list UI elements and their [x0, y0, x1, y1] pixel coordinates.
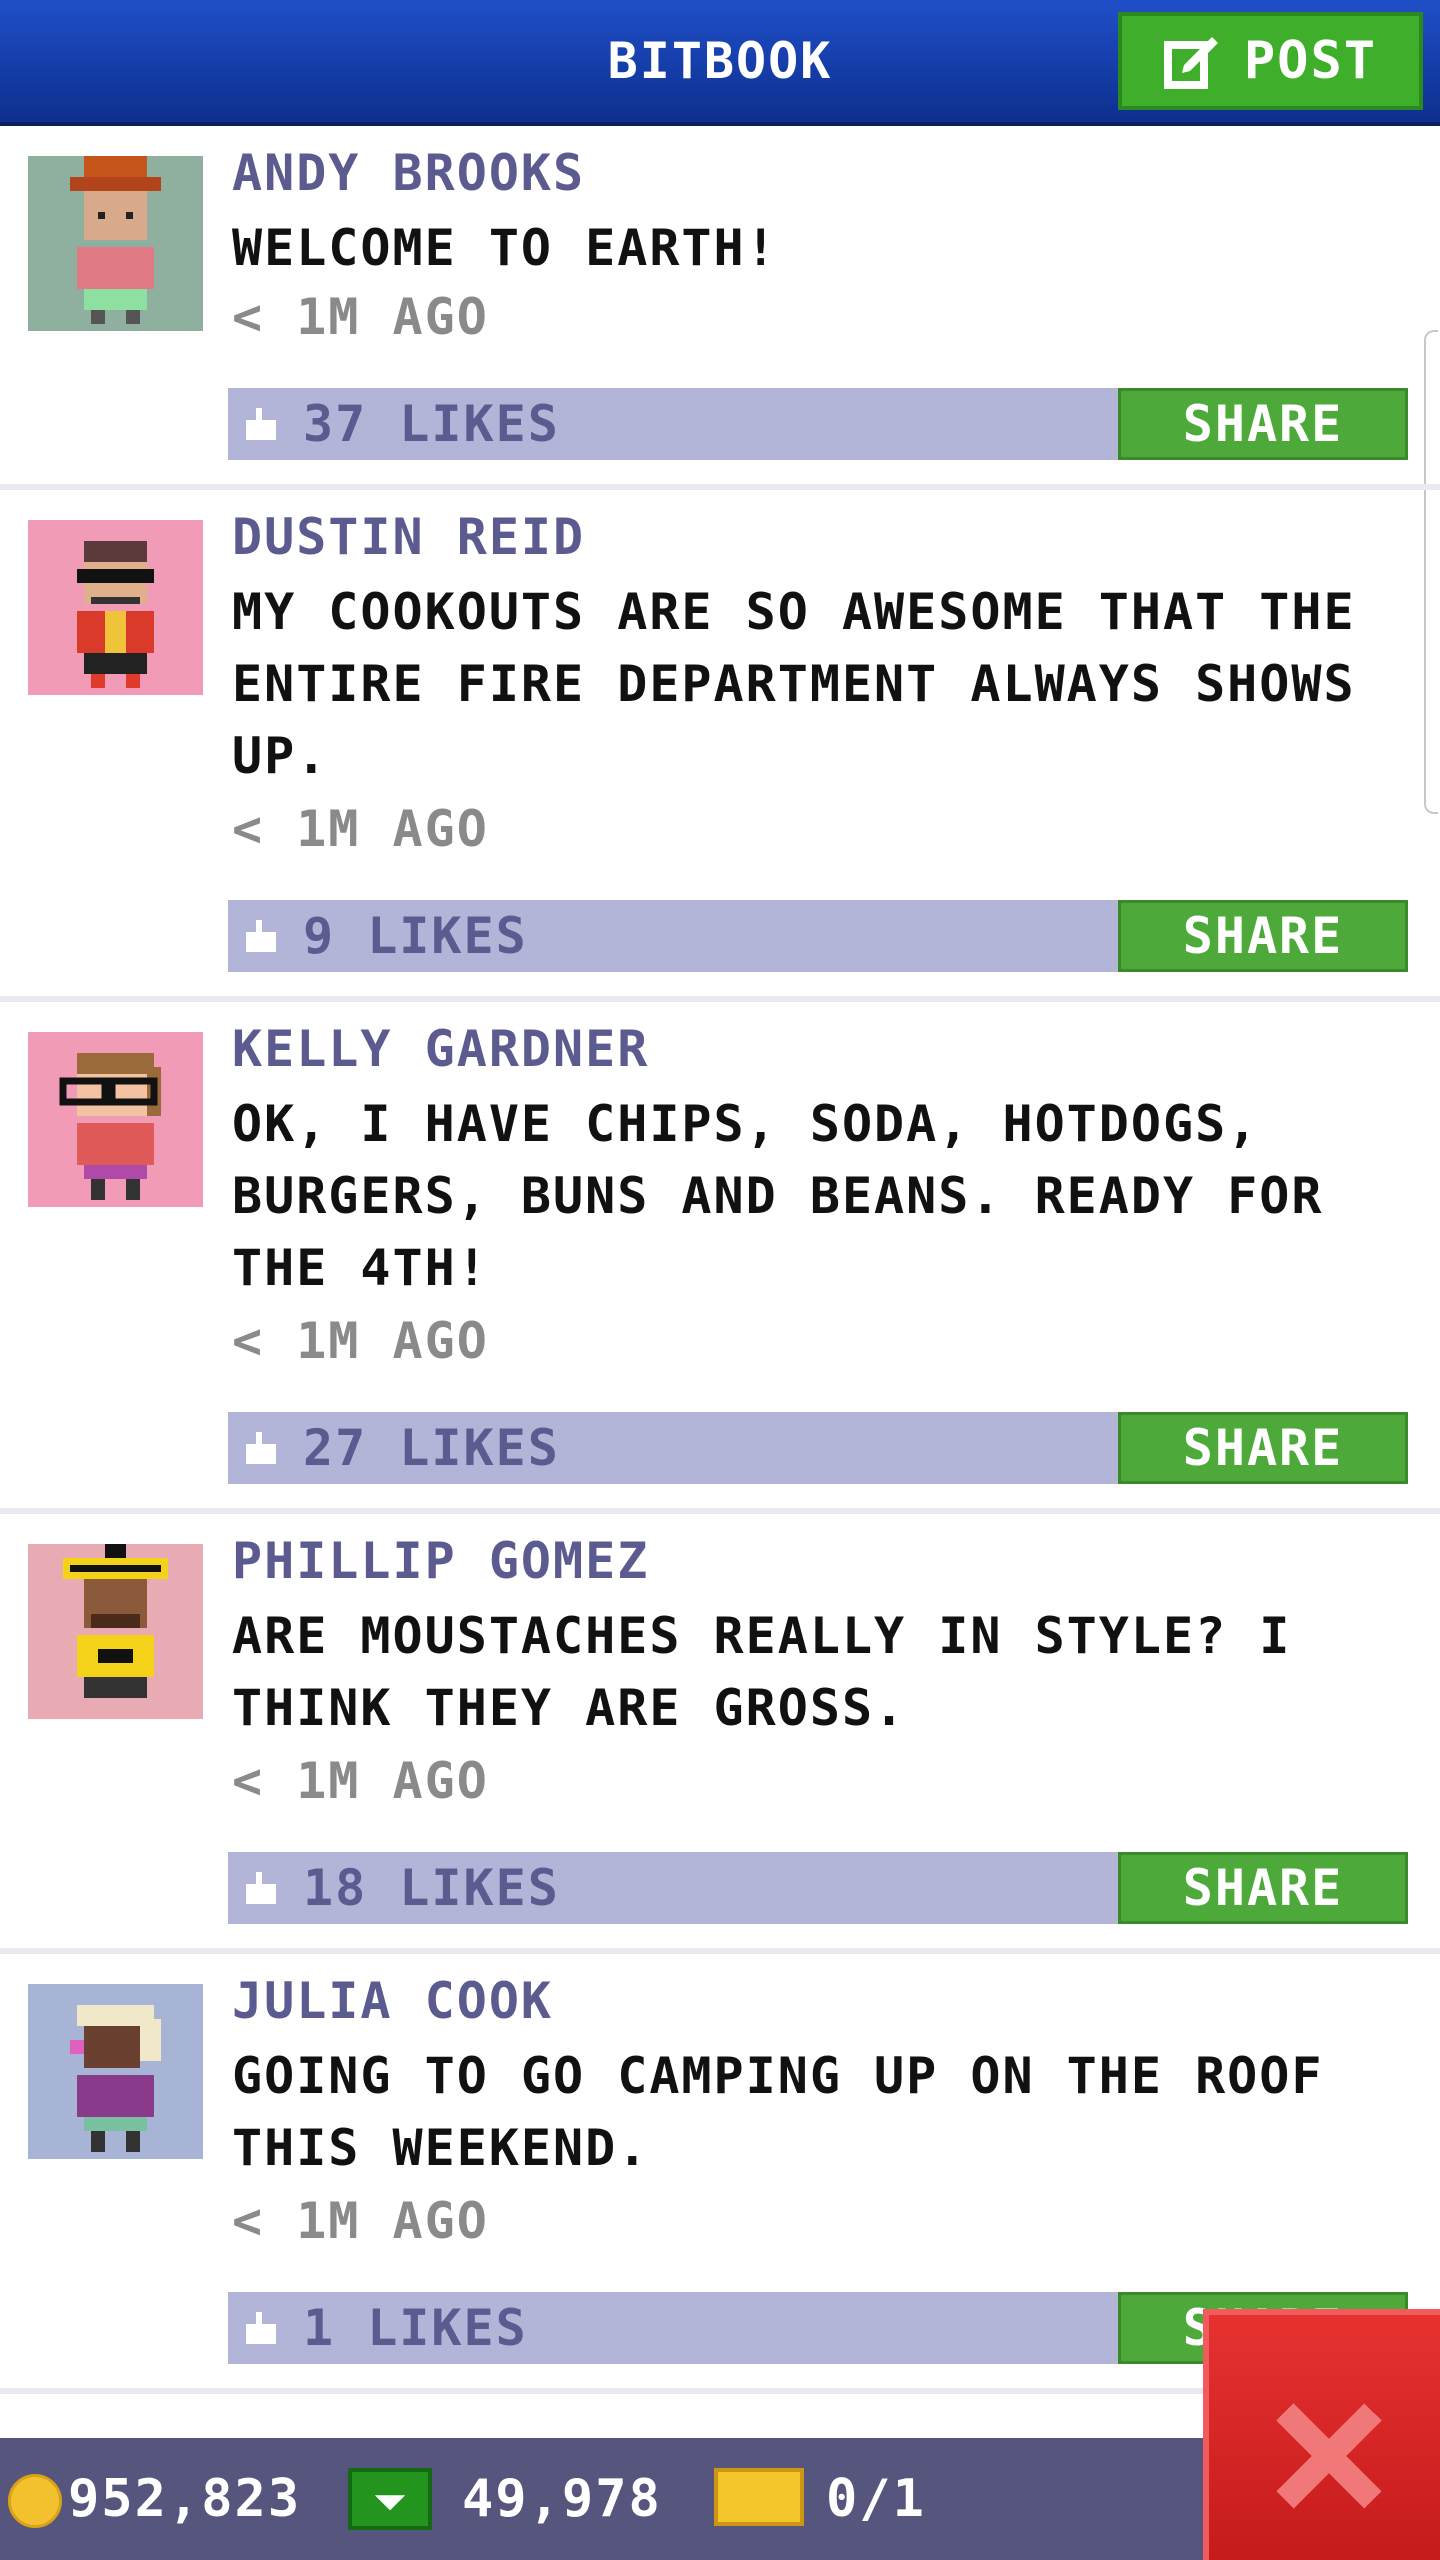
share-button[interactable]: SHARE [1118, 388, 1408, 460]
avatar[interactable] [28, 520, 203, 695]
avatar[interactable] [28, 1544, 203, 1719]
post-message: OK, I HAVE CHIPS, SODA, HOTDOGS, BURGERS… [232, 1095, 1324, 1297]
post-time: < 1M AGO [232, 288, 489, 346]
coin-icon [8, 2474, 62, 2528]
tickets-count: 0/1 [826, 2469, 926, 2529]
likes-count: 1 LIKES [303, 2299, 528, 2357]
post-author[interactable]: ANDY BROOKS [232, 144, 585, 202]
post-message: WELCOME TO EARTH! [232, 219, 778, 277]
bux-count: 49,978 [462, 2469, 662, 2529]
avatar[interactable] [28, 1984, 203, 2159]
likes-count: 18 LIKES [303, 1859, 560, 1917]
likes-bar: 18 LIKES SHARE [228, 1852, 1408, 1924]
post-divider [0, 1508, 1440, 1514]
close-icon [1276, 2403, 1382, 2509]
app-header: BITBOOK POST [0, 0, 1440, 126]
compose-icon [1163, 37, 1218, 89]
thumbs-up-icon [246, 1432, 276, 1464]
likes-bar: 9 LIKES SHARE [228, 900, 1408, 972]
thumbs-up-icon [246, 2312, 276, 2344]
avatar[interactable] [28, 1032, 203, 1207]
post-author[interactable]: PHILLIP GOMEZ [232, 1532, 649, 1590]
post-divider [0, 484, 1440, 490]
thumbs-up-icon [246, 1872, 276, 1904]
post-author[interactable]: DUSTIN REID [232, 508, 585, 566]
thumbs-up-icon [246, 920, 276, 952]
coins-count: 952,823 [68, 2469, 302, 2529]
share-button[interactable]: SHARE [1118, 1412, 1408, 1484]
share-button[interactable]: SHARE [1118, 900, 1408, 972]
post-button-label: POST [1243, 31, 1378, 91]
post-message: ARE MOUSTACHES REALLY IN STYLE? I THINK … [232, 1607, 1292, 1737]
post-time: < 1M AGO [232, 1752, 489, 1810]
scroll-indicator[interactable] [1424, 330, 1438, 814]
share-button[interactable]: SHARE [1118, 1852, 1408, 1924]
close-button[interactable] [1203, 2309, 1440, 2560]
likes-bar: 37 LIKES SHARE [228, 388, 1408, 460]
ticket-icon [714, 2468, 804, 2526]
likes-bar: 27 LIKES SHARE [228, 1412, 1408, 1484]
post-author[interactable]: JULIA COOK [232, 1972, 553, 2030]
post-time: < 1M AGO [232, 2192, 489, 2250]
post-button[interactable]: POST [1118, 12, 1423, 110]
thumbs-up-icon [246, 408, 276, 440]
post-author[interactable]: KELLY GARDNER [232, 1020, 649, 1078]
post-divider [0, 1948, 1440, 1954]
bux-icon [348, 2468, 432, 2530]
post-message: MY COOKOUTS ARE SO AWESOME THAT THE ENTI… [232, 583, 1356, 785]
post-divider [0, 996, 1440, 1002]
likes-count: 9 LIKES [303, 907, 528, 965]
likes-count: 27 LIKES [303, 1419, 560, 1477]
post-time: < 1M AGO [232, 1312, 489, 1370]
likes-count: 37 LIKES [303, 395, 560, 453]
post-message: GOING TO GO CAMPING UP ON THE ROOF THIS … [232, 2047, 1324, 2177]
post-time: < 1M AGO [232, 800, 489, 858]
avatar[interactable] [28, 156, 203, 331]
